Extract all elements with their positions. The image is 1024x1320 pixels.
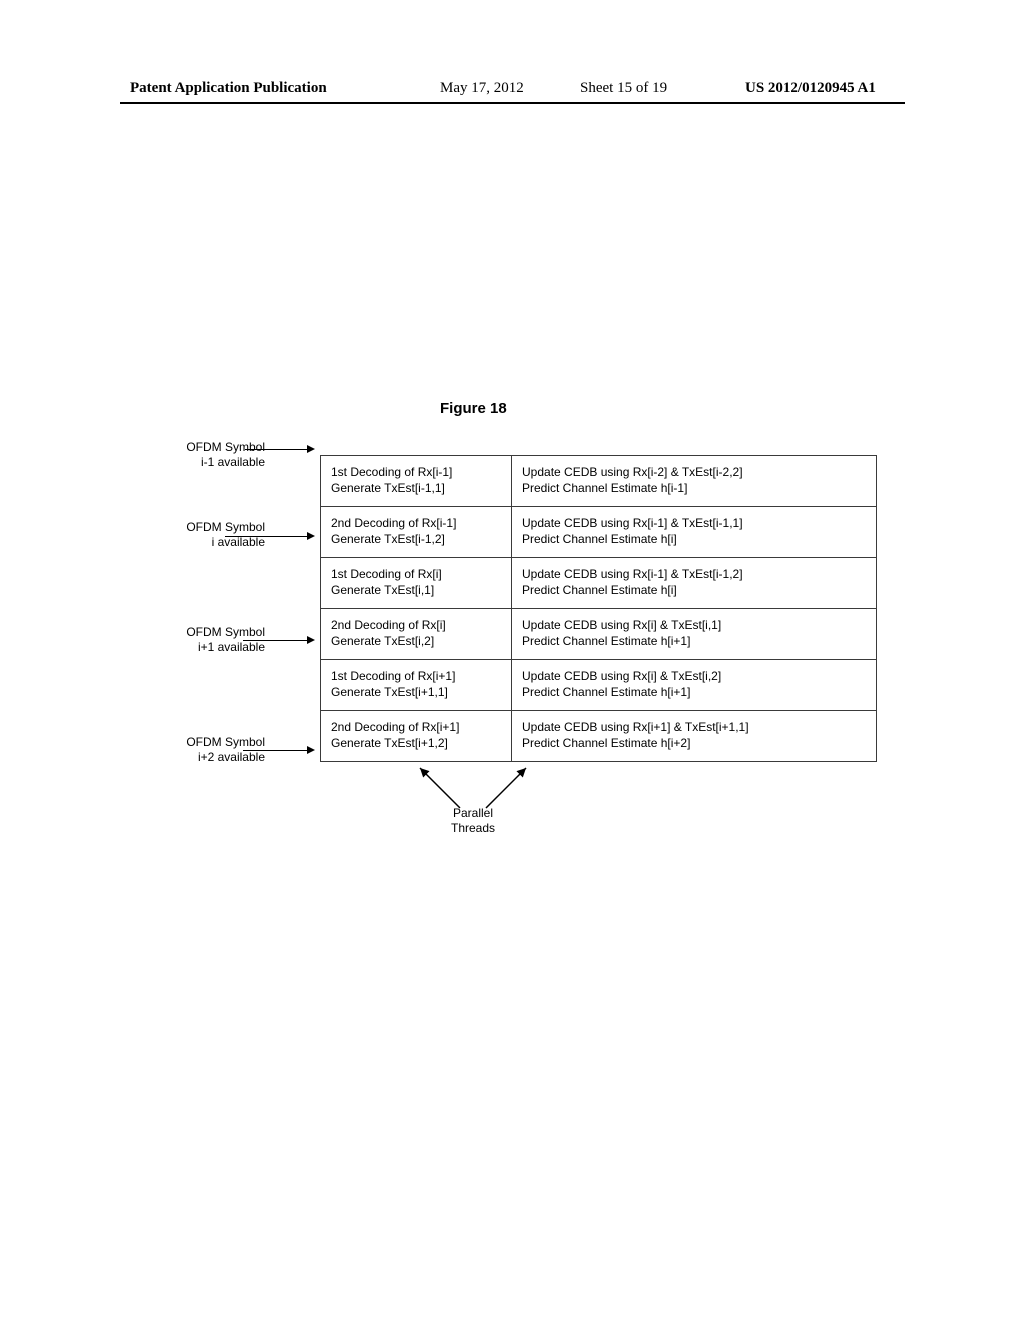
table-row: 2nd Decoding of Rx[i-1]Generate TxEst[i-… bbox=[321, 506, 876, 557]
arrow-head-3 bbox=[307, 746, 315, 754]
decode-cell: 2nd Decoding of Rx[i]Generate TxEst[i,2] bbox=[321, 609, 512, 659]
arrow-head-1 bbox=[307, 532, 315, 540]
header-rule bbox=[120, 102, 905, 104]
table-row: 2nd Decoding of Rx[i+1]Generate TxEst[i+… bbox=[321, 710, 876, 761]
header-publication: Patent Application Publication bbox=[130, 80, 327, 97]
cedb-cell: Update CEDB using Rx[i-2] & TxEst[i-2,2]… bbox=[512, 456, 876, 506]
decode-cell: 2nd Decoding of Rx[i-1]Generate TxEst[i-… bbox=[321, 507, 512, 557]
parallel-threads-label: ParallelThreads bbox=[438, 806, 508, 836]
cedb-cell: Update CEDB using Rx[i-1] & TxEst[i-1,2]… bbox=[512, 558, 876, 608]
callout-arrows-icon bbox=[130, 758, 895, 828]
decode-cell: 1st Decoding of Rx[i-1]Generate TxEst[i-… bbox=[321, 456, 512, 506]
arrow-line-3 bbox=[243, 750, 307, 751]
figure-title: Figure 18 bbox=[440, 400, 507, 417]
arrow-line-2 bbox=[243, 640, 307, 641]
header-sheet: Sheet 15 of 19 bbox=[580, 80, 667, 97]
arrow-head-2 bbox=[307, 636, 315, 644]
header-date: May 17, 2012 bbox=[440, 80, 524, 97]
table-row: 1st Decoding of Rx[i]Generate TxEst[i,1]… bbox=[321, 557, 876, 608]
decode-cell: 2nd Decoding of Rx[i+1]Generate TxEst[i+… bbox=[321, 711, 512, 761]
decode-cell: 1st Decoding of Rx[i]Generate TxEst[i,1] bbox=[321, 558, 512, 608]
header-docnum: US 2012/0120945 A1 bbox=[745, 80, 876, 97]
cedb-cell: Update CEDB using Rx[i] & TxEst[i,1]Pred… bbox=[512, 609, 876, 659]
table-row: 1st Decoding of Rx[i+1]Generate TxEst[i+… bbox=[321, 659, 876, 710]
page: Patent Application Publication May 17, 2… bbox=[0, 0, 1024, 1320]
cedb-cell: Update CEDB using Rx[i+1] & TxEst[i+1,1]… bbox=[512, 711, 876, 761]
arrow-line-0 bbox=[245, 449, 307, 450]
arrow-line-1 bbox=[225, 536, 307, 537]
cedb-cell: Update CEDB using Rx[i-1] & TxEst[i-1,1]… bbox=[512, 507, 876, 557]
table-row: 2nd Decoding of Rx[i]Generate TxEst[i,2]… bbox=[321, 608, 876, 659]
cedb-cell: Update CEDB using Rx[i] & TxEst[i,2]Pred… bbox=[512, 660, 876, 710]
symbol-label-i: OFDM Symboli available bbox=[155, 520, 265, 550]
arrow-head-0 bbox=[307, 445, 315, 453]
decode-cell: 1st Decoding of Rx[i+1]Generate TxEst[i+… bbox=[321, 660, 512, 710]
table-row: 1st Decoding of Rx[i-1]Generate TxEst[i-… bbox=[321, 456, 876, 506]
symbol-label-im1: OFDM Symboli-1 available bbox=[155, 440, 265, 470]
threads-table: 1st Decoding of Rx[i-1]Generate TxEst[i-… bbox=[320, 455, 877, 762]
